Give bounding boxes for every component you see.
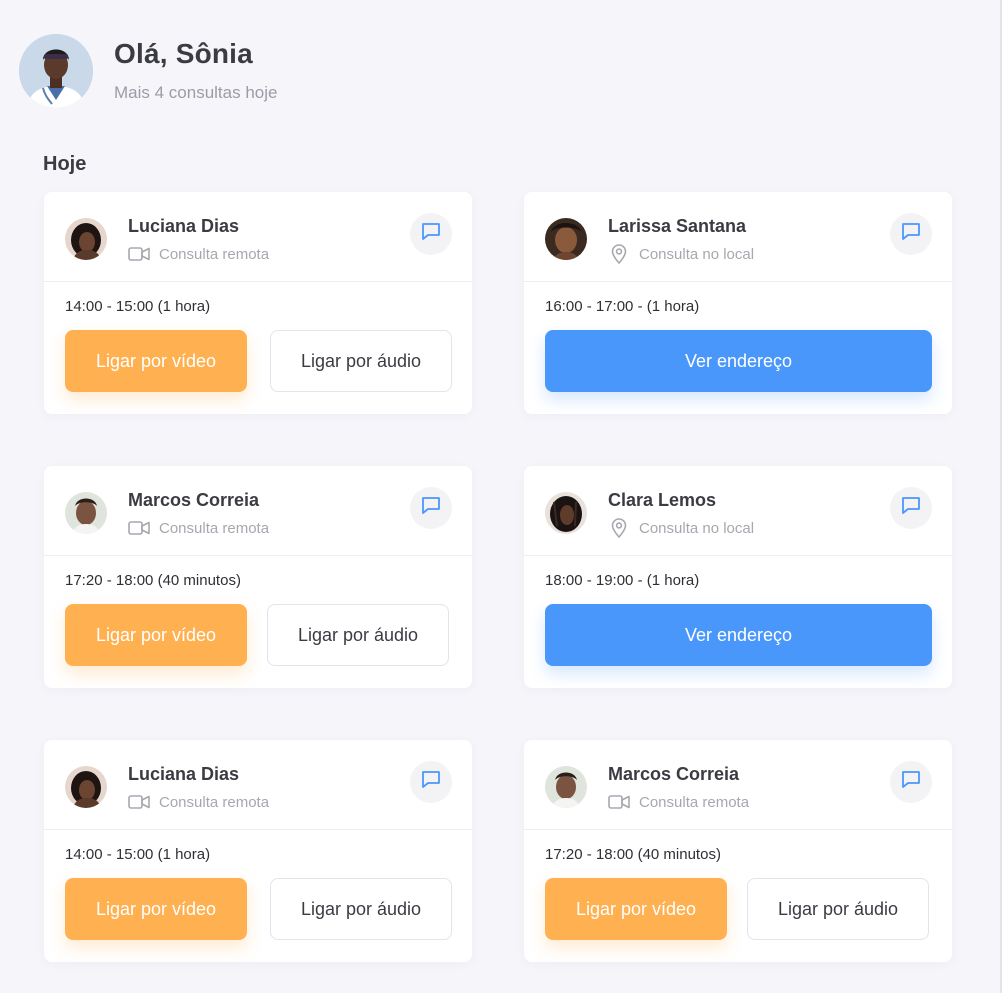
consultation-type-label: Consulta remota xyxy=(159,793,270,811)
appointment-card: Clara Lemos Consulta no local 18:00 - 19… xyxy=(524,466,952,688)
patient-avatar xyxy=(65,492,107,534)
consultation-type-label: Consulta remota xyxy=(159,245,270,263)
chat-bubble-icon xyxy=(421,770,441,794)
card-header: Clara Lemos Consulta no local xyxy=(524,466,952,556)
greeting-subtitle: Mais 4 consultas hoje xyxy=(114,83,278,103)
chat-button[interactable] xyxy=(410,213,452,255)
consultation-type-label: Consulta no local xyxy=(639,245,755,263)
patient-avatar xyxy=(545,492,587,534)
video-call-button[interactable]: Ligar por vídeo xyxy=(65,878,247,940)
chat-bubble-icon xyxy=(901,496,921,520)
appointment-card: Luciana Dias Consulta remota 14:00 - 15:… xyxy=(44,740,472,962)
card-header: Larissa Santana Consulta no local xyxy=(524,192,952,282)
patient-name: Marcos Correia xyxy=(128,490,260,510)
video-call-button[interactable]: Ligar por vídeo xyxy=(65,604,247,666)
chat-button[interactable] xyxy=(890,213,932,255)
user-avatar[interactable] xyxy=(19,34,93,108)
consultation-type: Consulta remota xyxy=(128,245,269,263)
audio-call-button[interactable]: Ligar por áudio xyxy=(270,878,452,940)
patient-name: Clara Lemos xyxy=(608,490,717,510)
patient-name: Larissa Santana xyxy=(608,216,747,236)
consultation-type: Consulta remota xyxy=(128,793,269,811)
appointment-card: Luciana Dias Consulta remota 14:00 - 15:… xyxy=(44,192,472,414)
audio-call-button[interactable]: Ligar por áudio xyxy=(747,878,929,940)
consultation-type-label: Consulta remota xyxy=(159,519,270,537)
chat-bubble-icon xyxy=(421,222,441,246)
location-pin-icon xyxy=(608,518,630,538)
appointment-time: 18:00 - 19:00 - (1 hora) xyxy=(545,572,700,589)
location-pin-icon xyxy=(608,244,630,264)
card-header: Marcos Correia Consulta remota xyxy=(524,740,952,830)
consultation-type: Consulta no local xyxy=(608,518,755,538)
greeting-block: Olá, Sônia Mais 4 consultas hoje xyxy=(114,37,278,104)
header: Olá, Sônia Mais 4 consultas hoje xyxy=(19,34,277,108)
video-camera-icon xyxy=(128,519,150,537)
consultation-type-label: Consulta no local xyxy=(639,519,755,537)
view-address-button[interactable]: Ver endereço xyxy=(545,330,932,392)
greeting-title: Olá, Sônia xyxy=(114,37,253,69)
chat-button[interactable] xyxy=(410,487,452,529)
chat-button[interactable] xyxy=(890,761,932,803)
chat-button[interactable] xyxy=(890,487,932,529)
patient-name: Marcos Correia xyxy=(608,764,740,784)
appointment-time: 17:20 - 18:00 (40 minutos) xyxy=(65,572,241,589)
audio-call-button[interactable]: Ligar por áudio xyxy=(267,604,449,666)
card-header: Luciana Dias Consulta remota xyxy=(44,192,472,282)
patient-name: Luciana Dias xyxy=(128,216,240,236)
appointment-time: 16:00 - 17:00 - (1 hora) xyxy=(545,298,700,315)
appointment-time: 14:00 - 15:00 (1 hora) xyxy=(65,846,211,863)
video-camera-icon xyxy=(128,245,150,263)
chat-bubble-icon xyxy=(901,222,921,246)
video-camera-icon xyxy=(608,793,630,811)
consultation-type: Consulta remota xyxy=(608,793,749,811)
section-title: Hoje xyxy=(43,153,87,175)
appointment-time: 14:00 - 15:00 (1 hora) xyxy=(65,298,211,315)
appointment-time: 17:20 - 18:00 (40 minutos) xyxy=(545,846,721,863)
consultation-type-label: Consulta remota xyxy=(639,793,750,811)
appointment-card: Larissa Santana Consulta no local 16:00 … xyxy=(524,192,952,414)
patient-avatar xyxy=(545,766,587,808)
chat-bubble-icon xyxy=(901,770,921,794)
audio-call-button[interactable]: Ligar por áudio xyxy=(270,330,452,392)
video-call-button[interactable]: Ligar por vídeo xyxy=(545,878,727,940)
consultation-type: Consulta remota xyxy=(128,519,269,537)
patient-avatar xyxy=(545,218,587,260)
chat-bubble-icon xyxy=(421,496,441,520)
card-header: Luciana Dias Consulta remota xyxy=(44,740,472,830)
card-header: Marcos Correia Consulta remota xyxy=(44,466,472,556)
appointment-card: Marcos Correia Consulta remota 17:20 - 1… xyxy=(44,466,472,688)
patient-avatar xyxy=(65,766,107,808)
patient-name: Luciana Dias xyxy=(128,764,240,784)
patient-avatar xyxy=(65,218,107,260)
video-call-button[interactable]: Ligar por vídeo xyxy=(65,330,247,392)
video-camera-icon xyxy=(128,793,150,811)
chat-button[interactable] xyxy=(410,761,452,803)
appointment-card: Marcos Correia Consulta remota 17:20 - 1… xyxy=(524,740,952,962)
view-address-button[interactable]: Ver endereço xyxy=(545,604,932,666)
consultation-type: Consulta no local xyxy=(608,244,755,264)
